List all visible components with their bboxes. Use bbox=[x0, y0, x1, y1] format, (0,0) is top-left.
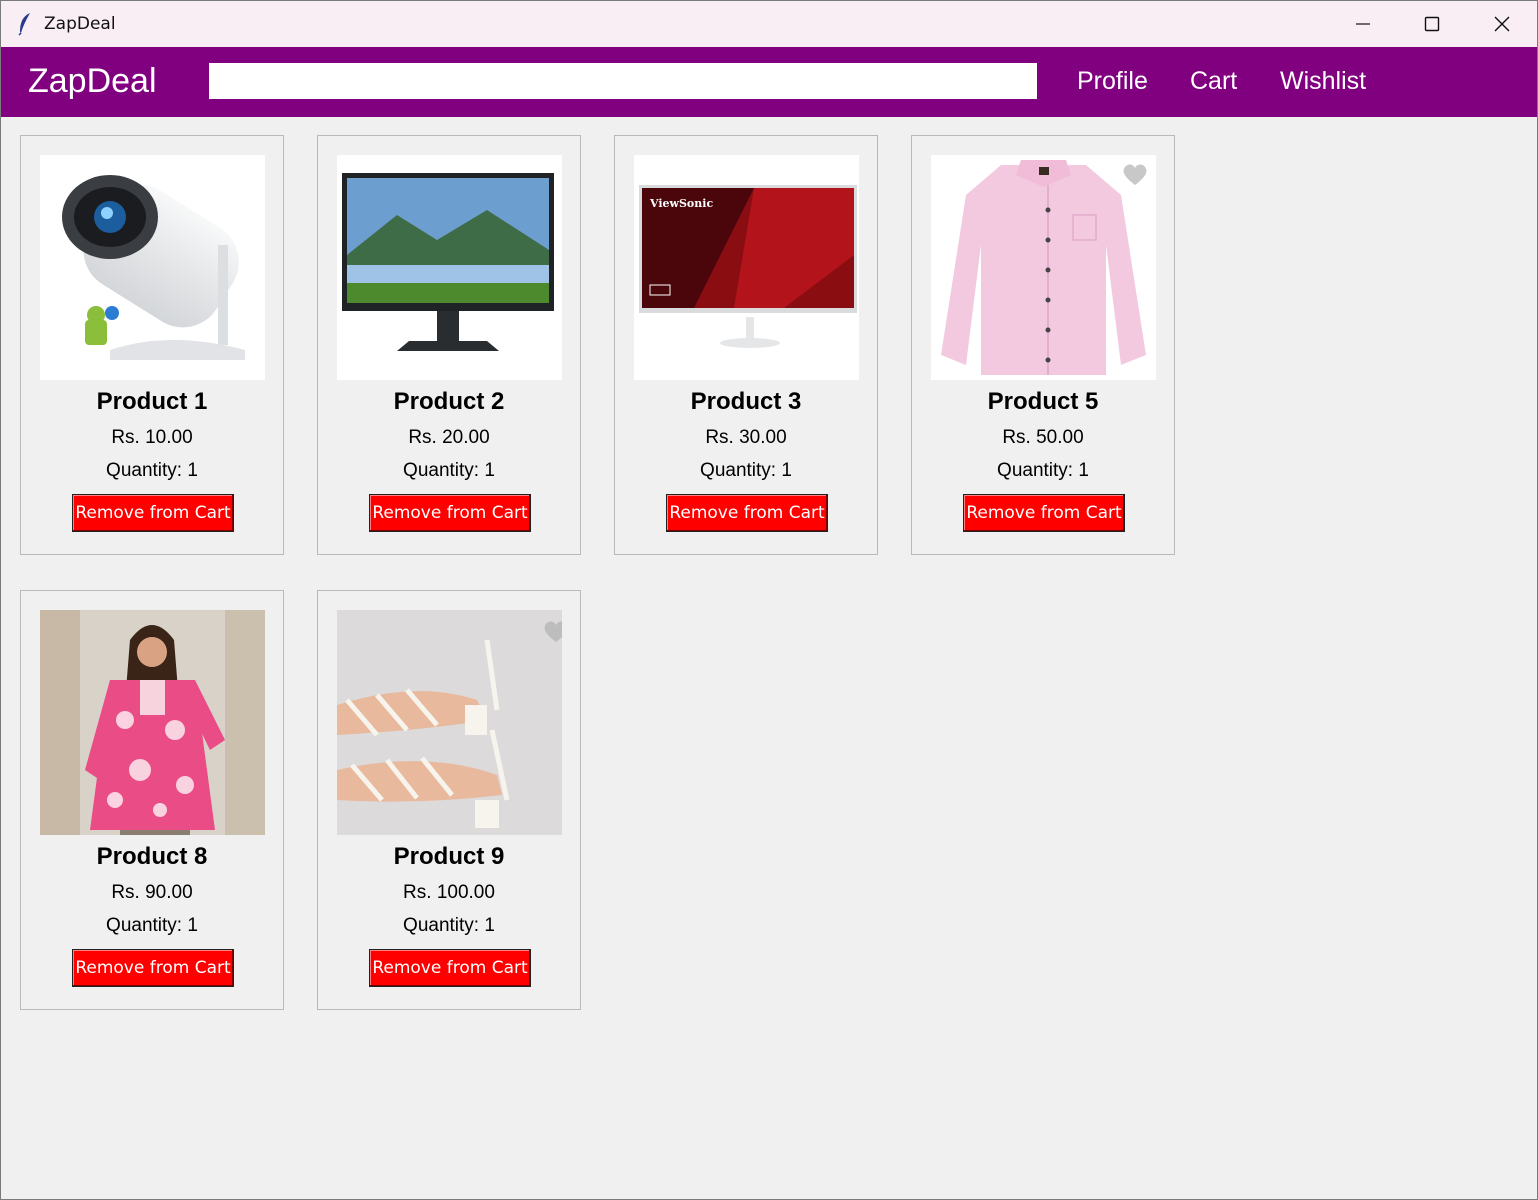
brand-logo: ZapDeal bbox=[28, 62, 157, 100]
nav-cart-link[interactable]: Cart bbox=[1190, 67, 1237, 96]
cart-item-card: Product 9 Rs. 100.00 Quantity: 1 Remove … bbox=[317, 590, 581, 1010]
product-quantity: Quantity: 1 bbox=[106, 915, 198, 936]
product-name: Product 2 bbox=[393, 388, 505, 415]
wishlist-heart-icon[interactable] bbox=[1121, 163, 1149, 187]
close-icon bbox=[1494, 16, 1510, 32]
product-price: Rs. 10.00 bbox=[111, 427, 193, 448]
title-bar: ZapDeal bbox=[1, 1, 1537, 47]
nav-profile-link[interactable]: Profile bbox=[1077, 67, 1148, 96]
window-title: ZapDeal bbox=[44, 14, 116, 34]
minimize-button[interactable] bbox=[1333, 1, 1393, 47]
feather-icon bbox=[18, 13, 30, 36]
pink-kurta-image bbox=[40, 610, 265, 835]
product-image bbox=[40, 610, 265, 835]
product-quantity: Quantity: 1 bbox=[997, 460, 1089, 481]
product-name: Product 9 bbox=[393, 843, 505, 870]
cart-item-card: Product 8 Rs. 90.00 Quantity: 1 Remove f… bbox=[20, 590, 284, 1010]
remove-from-cart-button[interactable]: Remove from Cart bbox=[963, 494, 1125, 532]
product-price: Rs. 50.00 bbox=[1002, 427, 1084, 448]
top-navbar: ZapDeal Profile Cart Wishlist bbox=[1, 47, 1537, 117]
product-quantity: Quantity: 1 bbox=[700, 460, 792, 481]
cart-item-card: ViewSonic Product 3 Rs. 30.00 Quantity: … bbox=[614, 135, 878, 555]
maximize-icon bbox=[1424, 16, 1440, 32]
search-input[interactable] bbox=[209, 63, 1037, 99]
cart-item-card: Product 5 Rs. 50.00 Quantity: 1 Remove f… bbox=[911, 135, 1175, 555]
maximize-button[interactable] bbox=[1402, 1, 1462, 47]
product-image: ViewSonic bbox=[634, 155, 859, 380]
close-button[interactable] bbox=[1472, 1, 1532, 47]
pink-shirt-image bbox=[931, 155, 1156, 380]
projector-image bbox=[40, 155, 265, 380]
viewsonic-logo-text: ViewSonic bbox=[649, 197, 713, 210]
product-price: Rs. 20.00 bbox=[408, 427, 490, 448]
remove-from-cart-button[interactable]: Remove from Cart bbox=[72, 949, 234, 987]
product-image bbox=[40, 155, 265, 380]
product-name: Product 1 bbox=[96, 388, 208, 415]
product-image bbox=[337, 155, 562, 380]
remove-from-cart-button[interactable]: Remove from Cart bbox=[369, 949, 531, 987]
product-price: Rs. 30.00 bbox=[705, 427, 787, 448]
cart-item-card: Product 1 Rs. 10.00 Quantity: 1 Remove f… bbox=[20, 135, 284, 555]
nav-wishlist-link[interactable]: Wishlist bbox=[1280, 67, 1366, 96]
product-image bbox=[931, 155, 1156, 380]
product-image bbox=[337, 610, 562, 835]
remove-from-cart-button[interactable]: Remove from Cart bbox=[72, 494, 234, 532]
cart-item-card: Product 2 Rs. 20.00 Quantity: 1 Remove f… bbox=[317, 135, 581, 555]
product-price: Rs. 90.00 bbox=[111, 882, 193, 903]
product-quantity: Quantity: 1 bbox=[403, 915, 495, 936]
product-name: Product 3 bbox=[690, 388, 802, 415]
minimize-icon bbox=[1356, 23, 1370, 25]
monitor-image bbox=[337, 155, 562, 380]
product-name: Product 5 bbox=[987, 388, 1099, 415]
product-price: Rs. 100.00 bbox=[403, 882, 495, 903]
app-window: ZapDeal ZapDeal Profile Cart Wishlist Pr… bbox=[0, 0, 1538, 1200]
white-heels-image bbox=[337, 610, 562, 835]
viewsonic-monitor-image: ViewSonic bbox=[634, 155, 859, 380]
product-quantity: Quantity: 1 bbox=[106, 460, 198, 481]
wishlist-heart-icon[interactable] bbox=[542, 620, 562, 644]
product-quantity: Quantity: 1 bbox=[403, 460, 495, 481]
remove-from-cart-button[interactable]: Remove from Cart bbox=[666, 494, 828, 532]
remove-from-cart-button[interactable]: Remove from Cart bbox=[369, 494, 531, 532]
product-name: Product 8 bbox=[96, 843, 208, 870]
